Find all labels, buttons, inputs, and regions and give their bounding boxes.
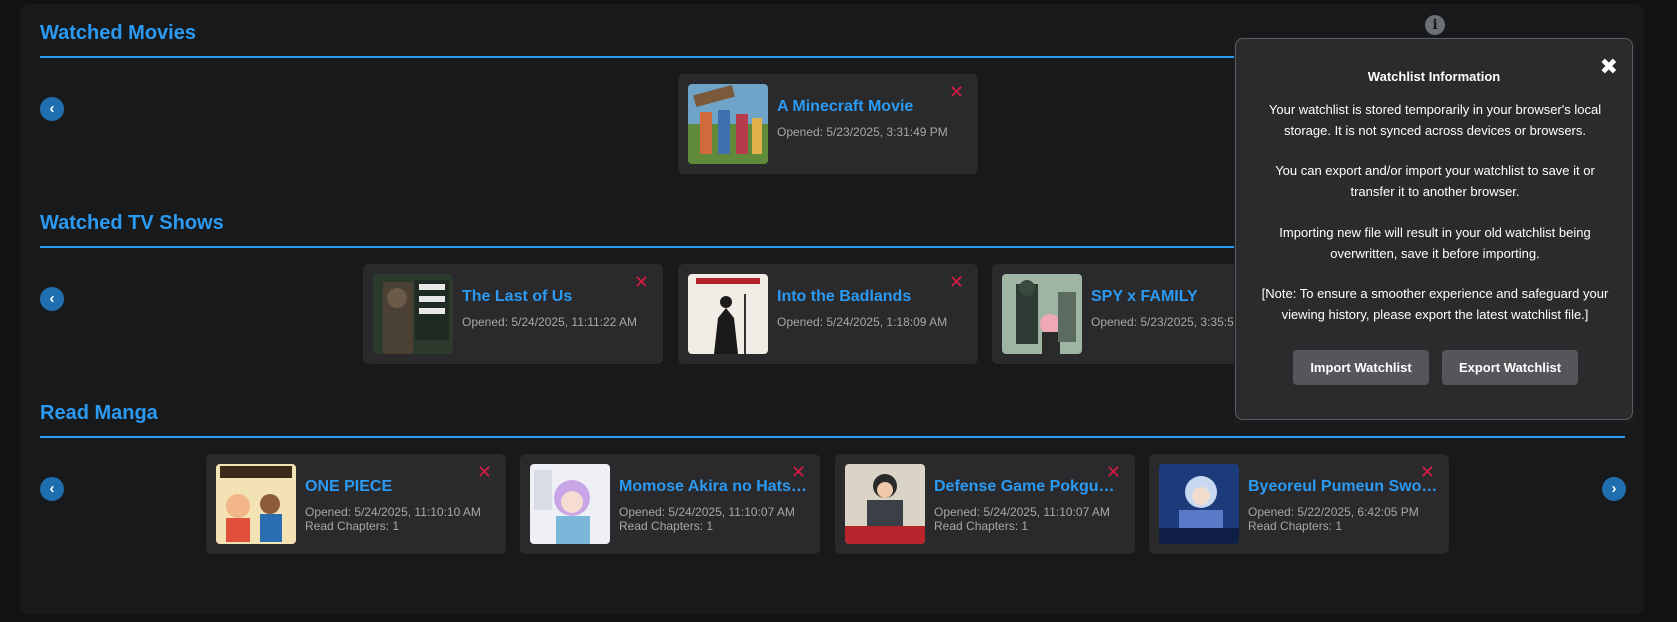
export-watchlist-button[interactable]: Export Watchlist <box>1442 350 1578 385</box>
card-title[interactable]: Momose Akira no Hatsukoi Hatan-chuu. <box>619 478 809 496</box>
cover-image <box>845 464 925 544</box>
watchlist-info-modal: Watchlist Information ✖ Your watchlist i… <box>1235 38 1633 420</box>
modal-text-note: [Note: To ensure a smoother experience a… <box>1261 286 1609 322</box>
chevron-left-icon: ‹ <box>49 99 55 117</box>
card-title[interactable]: A Minecraft Movie <box>777 98 967 116</box>
section-title-manga: Read Manga <box>40 402 158 424</box>
chevron-left-icon: ‹ <box>49 289 55 307</box>
remove-button[interactable]: ✕ <box>791 463 806 481</box>
opened-date: Opened: 5/24/2025, 11:10:07 AM <box>619 505 795 519</box>
close-icon: ✖ <box>1599 54 1618 79</box>
card-title[interactable]: Into the Badlands <box>777 288 967 306</box>
remove-button[interactable]: ✕ <box>1420 463 1435 481</box>
read-chapters: Read Chapters: 1 <box>305 519 400 533</box>
modal-text-import: Importing new file will result in your o… <box>1279 225 1591 261</box>
tv-card[interactable]: Into the Badlands Opened: 5/24/2025, 1:1… <box>678 264 978 364</box>
close-icon: ✕ <box>948 272 964 292</box>
modal-close-button[interactable]: ✖ <box>1600 56 1618 78</box>
opened-date: Opened: 5/23/2025, 3:35:5 <box>1091 315 1234 329</box>
poster-image <box>373 274 453 354</box>
poster-image <box>1002 274 1082 354</box>
close-icon: ✕ <box>476 462 492 482</box>
card-title[interactable]: The Last of Us <box>462 288 652 306</box>
opened-date: Opened: 5/22/2025, 6:42:05 PM <box>1248 505 1419 519</box>
opened-date: Opened: 5/24/2025, 11:10:10 AM <box>305 505 481 519</box>
card-meta: Opened: 5/23/2025, 3:35:5 <box>1091 315 1234 329</box>
poster-image <box>688 84 768 164</box>
remove-button[interactable]: ✕ <box>1106 463 1121 481</box>
chevron-left-icon: ‹ <box>49 479 55 497</box>
poster-image <box>688 274 768 354</box>
close-icon: ✕ <box>1419 462 1435 482</box>
card-meta: Opened: 5/24/2025, 1:18:09 AM <box>777 315 947 329</box>
manga-card[interactable]: Byeoreul Pumeun Sword Master Opened: 5/2… <box>1149 454 1449 554</box>
section-divider <box>40 436 1625 438</box>
read-chapters: Read Chapters: 1 <box>934 519 1029 533</box>
close-icon: ✕ <box>633 272 649 292</box>
remove-button[interactable]: ✕ <box>477 463 492 481</box>
card-title[interactable]: Defense Game Pokgun Kaesang <box>934 478 1124 496</box>
movie-card[interactable]: A Minecraft Movie Opened: 5/23/2025, 3:3… <box>678 74 978 174</box>
card-meta: Opened: 5/24/2025, 11:10:07 AM Read Chap… <box>934 505 1110 533</box>
modal-text-export: You can export and/or import your watchl… <box>1275 163 1595 199</box>
movies-prev-button[interactable]: ‹ <box>40 97 64 121</box>
tv-prev-button[interactable]: ‹ <box>40 287 64 311</box>
section-title-movies: Watched Movies <box>40 22 196 44</box>
info-glyph: i <box>1432 17 1438 33</box>
manga-card[interactable]: ONE PIECE Opened: 5/24/2025, 11:10:10 AM… <box>206 454 506 554</box>
tv-card[interactable]: The Last of Us Opened: 5/24/2025, 11:11:… <box>363 264 663 364</box>
info-icon[interactable]: i <box>1425 15 1445 35</box>
manga-prev-button[interactable]: ‹ <box>40 477 64 501</box>
close-icon: ✕ <box>948 82 964 102</box>
opened-date: Opened: 5/23/2025, 3:31:49 PM <box>777 125 948 139</box>
manga-card[interactable]: Momose Akira no Hatsukoi Hatan-chuu. Ope… <box>520 454 820 554</box>
manga-next-button[interactable]: › <box>1602 477 1626 501</box>
cover-image <box>1159 464 1239 544</box>
opened-date: Opened: 5/24/2025, 1:18:09 AM <box>777 315 948 329</box>
cover-image <box>216 464 296 544</box>
card-title[interactable]: ONE PIECE <box>305 478 495 496</box>
modal-title: Watchlist Information <box>1367 69 1501 84</box>
card-meta: Opened: 5/24/2025, 11:10:07 AM Read Chap… <box>619 505 795 533</box>
card-meta: Opened: 5/23/2025, 3:31:49 PM <box>777 125 948 139</box>
modal-text-storage: Your watchlist is stored temporarily in … <box>1268 102 1602 138</box>
remove-button[interactable]: ✕ <box>949 83 964 101</box>
chevron-right-icon: › <box>1611 479 1617 497</box>
section-title-tv: Watched TV Shows <box>40 212 224 234</box>
card-meta: Opened: 5/22/2025, 6:42:05 PM Read Chapt… <box>1248 505 1419 533</box>
opened-date: Opened: 5/24/2025, 11:11:22 AM <box>462 315 638 329</box>
close-icon: ✕ <box>1105 462 1121 482</box>
import-watchlist-button[interactable]: Import Watchlist <box>1293 350 1429 385</box>
read-chapters: Read Chapters: 1 <box>619 519 714 533</box>
remove-button[interactable]: ✕ <box>634 273 649 291</box>
read-chapters: Read Chapters: 1 <box>1248 519 1343 533</box>
card-meta: Opened: 5/24/2025, 11:10:10 AM Read Chap… <box>305 505 481 533</box>
cover-image <box>530 464 610 544</box>
remove-button[interactable]: ✕ <box>949 273 964 291</box>
manga-card[interactable]: Defense Game Pokgun Kaesang Opened: 5/24… <box>835 454 1135 554</box>
opened-date: Opened: 5/24/2025, 11:10:07 AM <box>934 505 1110 519</box>
card-title[interactable]: Byeoreul Pumeun Sword Master <box>1248 478 1438 496</box>
close-icon: ✕ <box>790 462 806 482</box>
card-meta: Opened: 5/24/2025, 11:11:22 AM <box>462 315 637 329</box>
